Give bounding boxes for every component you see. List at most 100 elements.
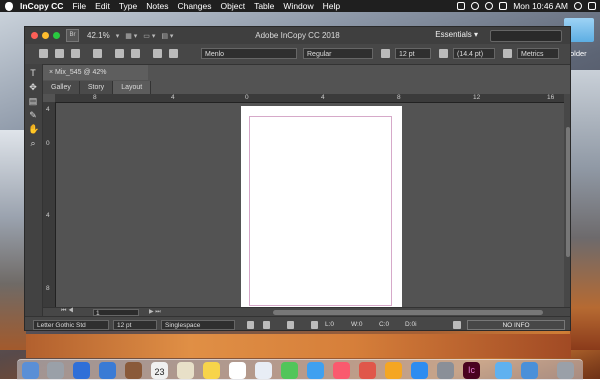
- font-style-field[interactable]: Regular: [303, 48, 373, 59]
- hand-tool-icon[interactable]: ✋: [28, 124, 39, 134]
- document-tab[interactable]: × Mix_545 @ 42%: [43, 65, 148, 80]
- menu-object[interactable]: Object: [221, 1, 246, 11]
- align-left-icon[interactable]: [247, 321, 254, 329]
- screen-mode-icon[interactable]: ▭ ▾: [143, 32, 155, 40]
- next-page-icon[interactable]: ▶ ⏭: [149, 308, 161, 316]
- contacts-icon[interactable]: [125, 362, 142, 379]
- spelling-icon[interactable]: [131, 49, 140, 58]
- messages-icon[interactable]: [307, 362, 324, 379]
- menu-help[interactable]: Help: [323, 1, 340, 11]
- stamp-icon[interactable]: [453, 321, 461, 329]
- open-icon[interactable]: [55, 49, 64, 58]
- downloads-folder-icon[interactable]: [495, 362, 512, 379]
- align-center-icon[interactable]: [263, 321, 270, 329]
- apple-menu-icon[interactable]: [5, 1, 13, 11]
- save-icon[interactable]: [71, 49, 80, 58]
- assignment-info[interactable]: NO INFO: [467, 320, 565, 330]
- wifi-icon[interactable]: [485, 2, 494, 10]
- arrange-documents-icon[interactable]: ▤ ▾: [161, 32, 173, 40]
- paragraph-formatting-icon[interactable]: [169, 49, 178, 58]
- position-tool-icon[interactable]: ✥: [28, 82, 38, 92]
- print-icon[interactable]: [93, 49, 102, 58]
- reminders-icon[interactable]: [229, 362, 246, 379]
- spotlight-icon[interactable]: [574, 2, 582, 10]
- launchpad-icon[interactable]: [47, 362, 64, 379]
- kerning-icon: [503, 49, 512, 58]
- status-font-field[interactable]: Letter Gothic Std: [33, 320, 109, 330]
- maps-icon[interactable]: [255, 362, 272, 379]
- first-page-icon[interactable]: ⏮ ◀: [61, 308, 73, 315]
- zoom-level[interactable]: 42.1%: [87, 31, 110, 40]
- photos-icon[interactable]: [281, 362, 298, 379]
- system-preferences-icon[interactable]: [437, 362, 454, 379]
- zoom-button[interactable]: [53, 32, 60, 39]
- facetime-icon[interactable]: [333, 362, 350, 379]
- ruler-label: 8: [46, 285, 50, 292]
- font-size-icon: [381, 49, 390, 58]
- trash-icon[interactable]: [557, 362, 574, 379]
- note-tool-icon[interactable]: ▤: [28, 96, 38, 106]
- view-options-icon[interactable]: ▦ ▾: [125, 32, 137, 40]
- ruler-label: 4: [321, 94, 325, 101]
- kerning-field[interactable]: Metrics: [517, 48, 559, 59]
- notes-icon[interactable]: [177, 362, 194, 379]
- desktop-folder-label[interactable]: older: [570, 49, 587, 58]
- new-document-icon[interactable]: [39, 49, 48, 58]
- menu-type[interactable]: Type: [119, 1, 137, 11]
- menu-clock[interactable]: Mon 10:46 AM: [513, 1, 568, 11]
- leading-field[interactable]: (14.4 pt): [453, 48, 495, 59]
- eyedropper-tool-icon[interactable]: ✎: [28, 110, 38, 120]
- ruler-label: 16: [547, 94, 555, 101]
- finder-icon[interactable]: [22, 362, 39, 379]
- title-bar[interactable]: Br 42.1% ▾ ▦ ▾ ▭ ▾ ▤ ▾ Adobe InCopy CC 2…: [25, 27, 570, 45]
- menu-icon[interactable]: [287, 321, 294, 329]
- app-store-icon[interactable]: [411, 362, 428, 379]
- page-number-field[interactable]: 1: [93, 309, 139, 317]
- ruler-label: 0: [245, 94, 249, 101]
- itunes-icon[interactable]: [359, 362, 376, 379]
- workspace-label: Essentials: [435, 30, 472, 39]
- documents-folder-icon[interactable]: [521, 362, 538, 379]
- menu-notes[interactable]: Notes: [146, 1, 168, 11]
- menu-changes[interactable]: Changes: [177, 1, 211, 11]
- character-formatting-icon[interactable]: [153, 49, 162, 58]
- type-tool-icon[interactable]: T: [28, 68, 38, 78]
- menu-window[interactable]: Window: [283, 1, 313, 11]
- tab-story[interactable]: Story: [79, 81, 114, 94]
- info-icon: [311, 321, 318, 329]
- stickies-icon[interactable]: [203, 362, 220, 379]
- bridge-button[interactable]: Br: [66, 29, 79, 42]
- airplay-icon[interactable]: [457, 2, 466, 10]
- tools-panel: T ✥ ▤ ✎ ✋ ⌕: [25, 64, 43, 330]
- menu-edit[interactable]: Edit: [95, 1, 110, 11]
- ruler-label: 12: [473, 94, 481, 101]
- menu-table[interactable]: Table: [254, 1, 274, 11]
- ruler-label: 4: [46, 212, 50, 219]
- safari-icon[interactable]: [73, 362, 90, 379]
- status-size-field[interactable]: 12 pt: [113, 320, 157, 330]
- workspace-switcher[interactable]: Essentials ▾: [435, 30, 478, 39]
- workspace-chevron-icon: ▾: [473, 30, 478, 39]
- vertical-scroll-thumb[interactable]: [566, 127, 570, 257]
- menu-file[interactable]: File: [72, 1, 86, 11]
- font-size-field[interactable]: 12 pt: [395, 48, 431, 59]
- zoom-dropdown-icon[interactable]: ▾: [116, 32, 120, 40]
- incopy-icon[interactable]: Ic: [463, 362, 480, 379]
- close-button[interactable]: [31, 32, 38, 39]
- font-family-field[interactable]: Menlo: [201, 48, 297, 59]
- menu-app-name[interactable]: InCopy CC: [20, 1, 63, 11]
- zoom-tool-icon[interactable]: ⌕: [28, 138, 38, 148]
- find-icon[interactable]: [115, 49, 124, 58]
- volume-icon[interactable]: [499, 2, 508, 10]
- ibooks-icon[interactable]: [385, 362, 402, 379]
- time-machine-icon[interactable]: [471, 2, 480, 10]
- calendar-icon[interactable]: 23: [151, 362, 168, 379]
- notification-center-icon[interactable]: [588, 2, 596, 10]
- status-spacing-field[interactable]: Singlespace: [161, 320, 235, 330]
- tab-layout[interactable]: Layout: [113, 81, 152, 94]
- mail-icon[interactable]: [99, 362, 116, 379]
- tab-galley[interactable]: Galley: [43, 81, 80, 94]
- help-search-input[interactable]: [490, 30, 562, 42]
- minimize-button[interactable]: [42, 32, 49, 39]
- horizontal-scroll-thumb[interactable]: [273, 310, 543, 315]
